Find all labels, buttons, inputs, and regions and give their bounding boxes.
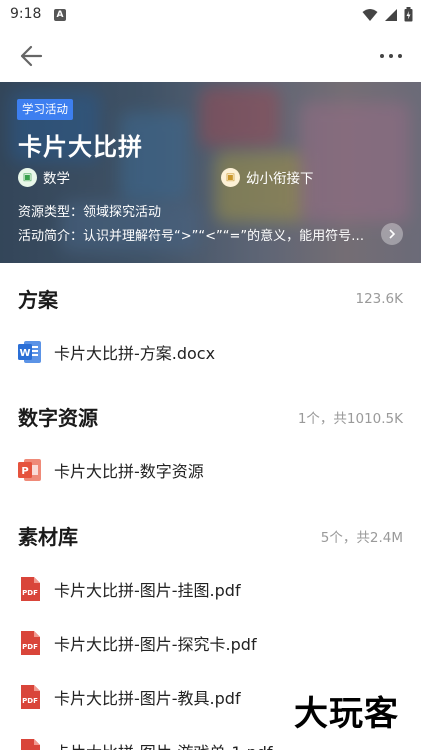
resource-type: 资源类型：领域探究活动 <box>18 205 162 220</box>
section-title: 数字资源 <box>18 406 98 430</box>
back-button[interactable] <box>14 40 48 72</box>
file-name: 卡片大比拼-图片-教具.pdf <box>54 689 241 708</box>
word-icon-letter: W <box>19 348 30 359</box>
app-bar <box>0 30 421 82</box>
file-name: 卡片大比拼-图片-挂图.pdf <box>54 581 241 600</box>
file-name: 卡片大比拼-数字资源 <box>54 462 204 481</box>
arrow-left-icon <box>20 45 43 67</box>
section-size: 5个，共2.4M <box>320 529 403 546</box>
file-name: 卡片大比拼-图片-探究卡.pdf <box>54 635 257 654</box>
file-item[interactable]: PDF 卡片大比拼-图片-挂图.pdf <box>18 574 403 604</box>
activity-title: 卡片大比拼 <box>18 133 143 161</box>
pdf-file-icon: PDF <box>18 738 42 750</box>
battery-icon <box>404 7 413 22</box>
file-item[interactable]: P 卡片大比拼-数字资源 <box>18 455 403 485</box>
activity-banner: 学习活动 卡片大比拼 ▣ 数学 ▣ 幼小衔接下 资源类型：领域探究活动 活动简介… <box>0 82 421 263</box>
section-digital-header: 数字资源 1个，共1010.5K <box>18 402 403 431</box>
more-dot <box>389 54 393 58</box>
ppt-icon-letter: P <box>21 466 28 477</box>
activity-intro[interactable]: 活动简介：认识并理解符号“>”“<”“=”的意义，能用符号表示数量关系 <box>18 225 368 244</box>
pdf-file-icon: PDF <box>18 576 42 602</box>
section-material-header: 素材库 5个，共2.4M <box>18 521 403 550</box>
stage-chip: ▣ 幼小衔接下 <box>221 167 314 187</box>
wifi-icon <box>362 8 378 21</box>
stage-icon: ▣ <box>221 167 240 187</box>
notification-icon: A <box>54 9 66 21</box>
section-title: 素材库 <box>18 525 78 549</box>
file-item[interactable]: PDF 卡片大比拼-图片-游戏单-1.pdf <box>18 736 403 750</box>
file-item[interactable]: W 卡片大比拼-方案.docx <box>18 337 403 367</box>
ppt-file-icon: P <box>18 457 42 483</box>
pdf-icon-label: PDF <box>22 643 38 651</box>
status-bar: 9:18 A <box>0 0 421 30</box>
pdf-file-icon: PDF <box>18 630 42 656</box>
pdf-file-icon: PDF <box>18 684 42 710</box>
subject-label: 数学 <box>43 171 70 187</box>
category-tag: 学习活动 <box>17 99 73 120</box>
more-dot <box>380 54 384 58</box>
file-item[interactable]: PDF 卡片大比拼-图片-探究卡.pdf <box>18 628 403 658</box>
file-name: 卡片大比拼-方案.docx <box>54 344 216 363</box>
intro-expand-button[interactable] <box>381 223 403 245</box>
subject-chip: ▣ 数学 <box>18 167 70 187</box>
more-dot <box>398 54 402 58</box>
pdf-icon-label: PDF <box>22 697 38 705</box>
watermark-logo: 大玩客 <box>294 694 399 734</box>
pdf-icon-label: PDF <box>22 589 38 597</box>
word-file-icon: W <box>18 339 42 365</box>
file-name: 卡片大比拼-图片-游戏单-1.pdf <box>54 739 273 750</box>
stage-label: 幼小衔接下 <box>246 171 314 187</box>
section-title: 方案 <box>18 288 58 312</box>
section-size: 1个，共1010.5K <box>297 410 403 427</box>
status-icons <box>362 7 413 22</box>
signal-icon <box>385 8 397 21</box>
section-size: 123.6K <box>355 290 403 307</box>
subject-icon: ▣ <box>18 167 37 187</box>
status-time: 9:18 <box>10 6 42 22</box>
more-button[interactable] <box>373 40 409 72</box>
chevron-right-icon <box>389 229 396 239</box>
section-plan-header: 方案 123.6K <box>18 284 403 313</box>
